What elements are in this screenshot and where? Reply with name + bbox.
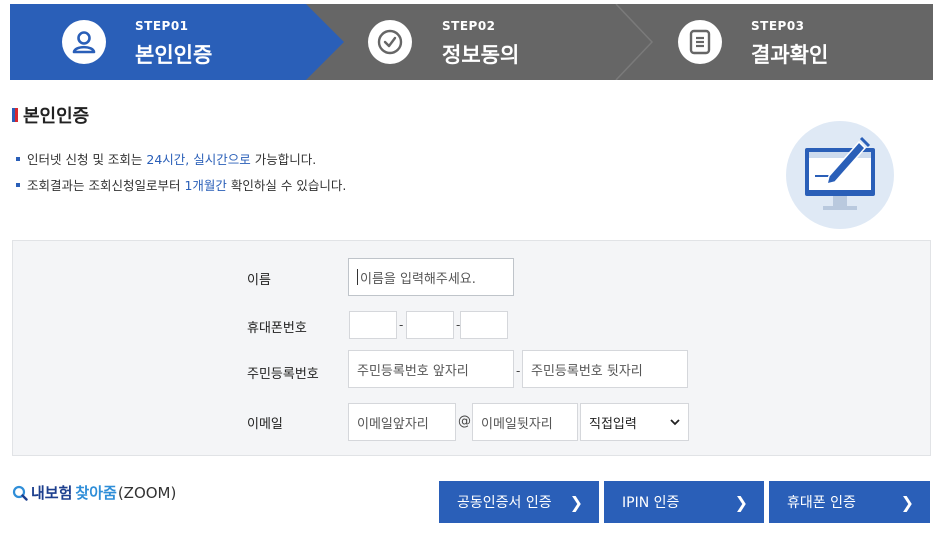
step-2: STEP02 정보동의 — [344, 4, 614, 80]
phone-label: 휴대폰번호 — [247, 321, 307, 336]
section-title-text: 본인인증 — [23, 106, 90, 127]
magnifier-icon — [12, 485, 28, 501]
phone-auth-button[interactable]: 휴대폰 인증 ❯ — [769, 481, 930, 523]
rrn-back-placeholder: 주민등록번호 뒷자리 — [531, 363, 643, 379]
zoom-logo: 내보험 찾아줌 (ZOOM) — [12, 482, 176, 503]
ipin-auth-button[interactable]: IPIN 인증 ❯ — [604, 481, 764, 523]
step-separator — [615, 4, 654, 80]
rrn-dash: - — [516, 364, 521, 378]
person-icon — [62, 20, 106, 64]
notice-2-highlight: 1개월간 — [184, 178, 227, 193]
zoom-logo-text-1: 내보험 — [31, 484, 73, 502]
zoom-logo-text-3: (ZOOM) — [117, 483, 177, 502]
ipin-auth-button-label: IPIN 인증 — [622, 495, 680, 511]
email-label: 이메일 — [247, 417, 283, 432]
phone-part-1-input[interactable] — [349, 311, 397, 339]
chevron-right-icon: ❯ — [734, 492, 748, 512]
chevron-down-icon — [670, 419, 680, 426]
text-cursor — [357, 269, 358, 285]
bullet-icon — [16, 182, 20, 187]
chevron-right-icon: ❯ — [900, 492, 914, 512]
document-icon — [678, 20, 722, 64]
phone-part-3-input[interactable] — [460, 311, 508, 339]
notice-2-text-end: 확인하실 수 있습니다. — [226, 178, 347, 193]
step-1: STEP01 본인인증 — [10, 4, 310, 80]
notice-2-text: 조회결과는 조회신청일로부터 — [27, 178, 185, 193]
check-circle-icon — [368, 20, 412, 64]
step-3-name: 결과확인 — [751, 43, 829, 67]
name-input-placeholder: 이름을 입력해주세요. — [360, 271, 476, 287]
cert-auth-button[interactable]: 공동인증서 인증 ❯ — [439, 481, 599, 523]
email-at-sign: @ — [458, 414, 471, 429]
notice-item-2: 조회결과는 조회신청일로부터 1개월간 확인하실 수 있습니다. — [16, 175, 346, 194]
name-input[interactable]: 이름을 입력해주세요. — [348, 258, 514, 296]
rrn-label: 주민등록번호 — [247, 367, 319, 382]
notice-1-text: 인터넷 신청 및 조회는 — [27, 152, 147, 167]
rrn-back-input[interactable]: 주민등록번호 뒷자리 — [522, 350, 688, 388]
chevron-right-icon: ❯ — [569, 492, 583, 512]
rrn-front-placeholder: 주민등록번호 앞자리 — [357, 363, 469, 379]
step-3-number: STEP03 — [751, 19, 805, 33]
notice-1-text-end: 가능합니다. — [250, 152, 317, 167]
bullet-icon — [16, 156, 20, 161]
step-progress-bar: STEP01 본인인증 STEP02 정보동의 STEP03 결과확인 — [10, 4, 933, 80]
email-domain-input[interactable]: 이메일뒷자리 — [472, 403, 578, 441]
email-id-input[interactable]: 이메일앞자리 — [348, 403, 456, 441]
step-2-number: STEP02 — [442, 19, 496, 33]
email-id-placeholder: 이메일앞자리 — [357, 416, 429, 432]
notice-1-highlight: 24시간, 실시간으로 — [146, 152, 251, 167]
step-1-number: STEP01 — [135, 19, 189, 33]
cert-auth-button-label: 공동인증서 인증 — [457, 495, 552, 511]
phone-dash-1: - — [399, 318, 404, 332]
monitor-edit-illustration-icon — [786, 121, 894, 229]
email-domain-placeholder: 이메일뒷자리 — [481, 416, 553, 432]
step-2-name: 정보동의 — [442, 43, 520, 67]
step-3: STEP03 결과확인 — [654, 4, 933, 80]
notice-item-1: 인터넷 신청 및 조회는 24시간, 실시간으로 가능합니다. — [16, 149, 316, 168]
step-1-name: 본인인증 — [135, 43, 213, 67]
section-title-marker — [12, 108, 18, 122]
section-title: 본인인증 — [12, 102, 89, 128]
rrn-front-input[interactable]: 주민등록번호 앞자리 — [348, 350, 514, 388]
email-domain-select[interactable]: 직접입력 — [580, 403, 689, 441]
zoom-logo-text-2: 찾아줌 — [75, 484, 117, 502]
phone-auth-button-label: 휴대폰 인증 — [787, 495, 856, 511]
phone-part-2-input[interactable] — [406, 311, 454, 339]
name-label: 이름 — [247, 273, 271, 288]
email-domain-select-value: 직접입력 — [589, 416, 637, 432]
